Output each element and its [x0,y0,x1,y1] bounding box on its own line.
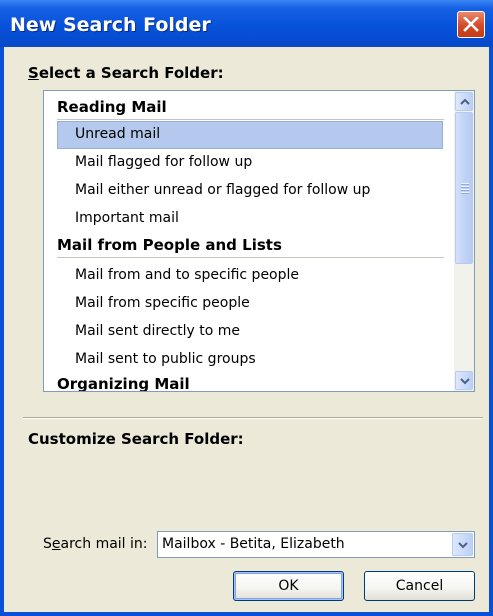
group-divider [57,257,444,259]
search-mail-in-dropdown-button[interactable] [452,533,473,556]
title-bar[interactable]: New Search Folder [0,0,493,47]
dialog-body: Select a Search Folder: Reading Mail Unr… [4,47,489,612]
list-scrollbar[interactable] [454,91,474,391]
list-item-unread-mail[interactable]: Unread mail [57,121,443,149]
list-item-label: Mail sent directly to me [75,323,241,339]
list-item-label: Mail sent to public groups [75,351,256,367]
thumb-grip-line [461,186,469,188]
select-folder-heading-text: elect a Search Folder: [38,64,224,82]
select-folder-heading-mnemonic: S [28,64,39,82]
list-item-sent-directly-to-me[interactable]: Mail sent directly to me [57,318,443,346]
group-label: Mail from People and Lists [57,236,282,254]
chevron-down-icon [460,378,470,385]
list-item-important-mail[interactable]: Important mail [57,205,443,233]
search-mail-in-label-end: arch mail in: [60,536,148,552]
list-item-label: Mail from and to specific people [75,267,300,283]
cancel-button[interactable]: Cancel [364,571,475,601]
search-mail-in-label: Search mail in: [43,536,148,552]
ok-button[interactable]: OK [233,571,344,601]
list-item-flagged-follow-up[interactable]: Mail flagged for follow up [57,149,443,177]
search-mail-in-value: Mailbox - Betita, Elizabeth [162,536,345,552]
search-mail-in-select[interactable]: Mailbox - Betita, Elizabeth [157,531,475,558]
list-item-from-and-to-people[interactable]: Mail from and to specific people [57,262,443,290]
list-item-label: Important mail [75,210,179,226]
thumb-grip-line [461,189,469,191]
window-title: New Search Folder [10,14,211,36]
thumb-grip-line [461,192,469,194]
new-search-folder-dialog: New Search Folder Select a Search Folder… [0,0,493,616]
scroll-thumb[interactable] [455,112,473,264]
list-item-label: Mail either unread or flagged for follow… [75,182,371,198]
group-reading-mail: Reading Mail [44,94,454,121]
search-mail-in-label-mnemonic: e [51,536,61,552]
scroll-down-button[interactable] [455,371,473,390]
group-organizing-mail: Organizing Mail [44,371,454,392]
close-button[interactable] [457,11,485,38]
thumb-grip-line [461,183,469,185]
chevron-down-icon [458,542,468,549]
section-divider [23,417,483,419]
search-folder-list[interactable]: Reading Mail Unread mail Mail flagged fo… [43,90,475,392]
scroll-up-button[interactable] [455,92,473,111]
chevron-up-icon [460,98,470,105]
list-item-from-specific-people[interactable]: Mail from specific people [57,290,443,318]
close-icon [463,17,479,32]
list-item-label: Mail flagged for follow up [75,154,253,170]
list-item-label: Mail from specific people [75,295,250,311]
select-folder-heading: Select a Search Folder: [28,64,224,82]
list-item-unread-or-flagged[interactable]: Mail either unread or flagged for follow… [57,177,443,205]
search-mail-in-label-start: S [43,536,52,552]
list-item-sent-to-public-groups[interactable]: Mail sent to public groups [57,346,443,374]
group-label: Reading Mail [57,98,167,116]
list-item-label: Unread mail [75,126,161,142]
group-people-and-lists: Mail from People and Lists [44,232,454,259]
group-label: Organizing Mail [57,375,190,392]
customize-folder-heading: Customize Search Folder: [28,430,244,448]
